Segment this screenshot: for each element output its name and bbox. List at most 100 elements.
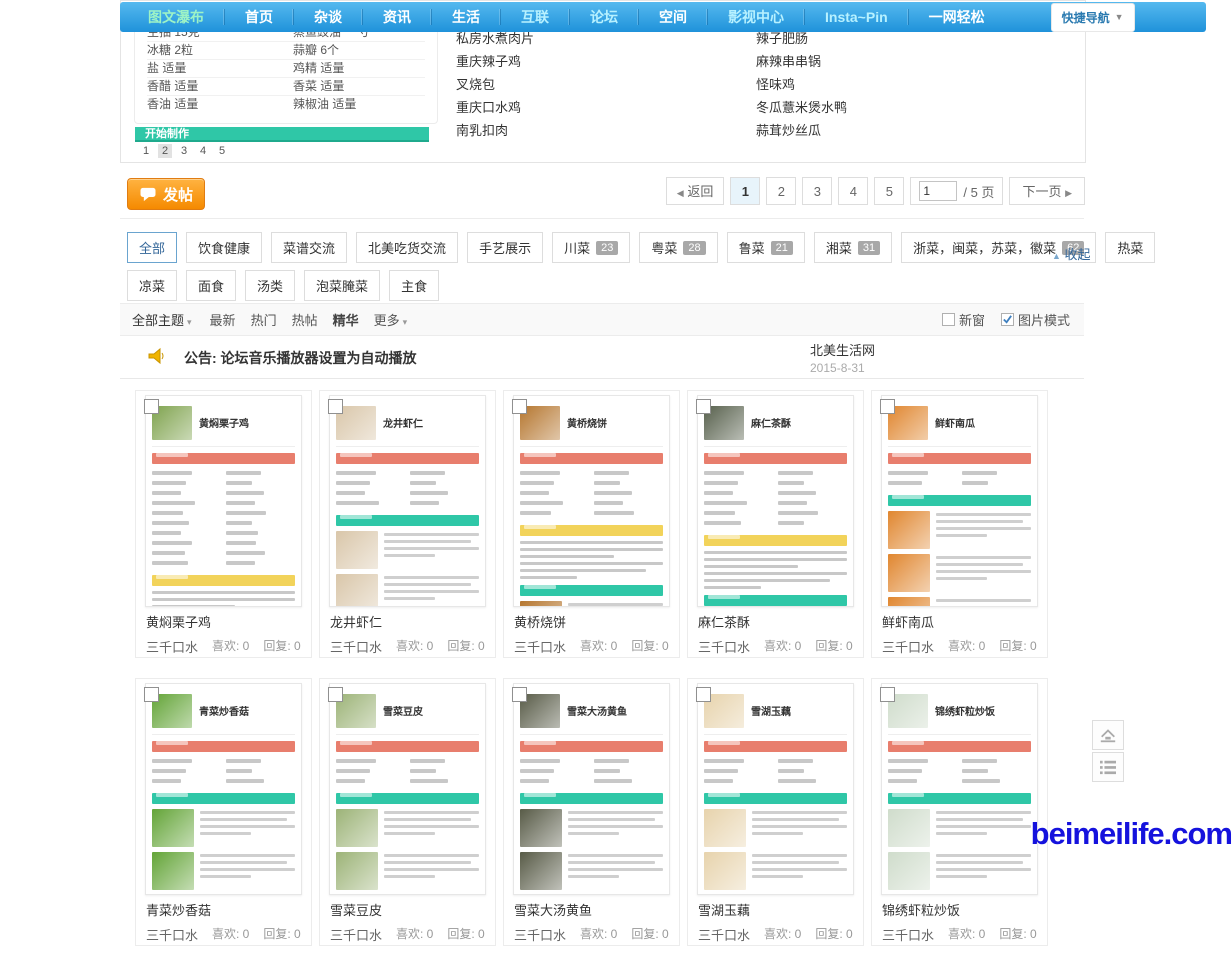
image-mode-checkbox[interactable]: 图片模式 — [1001, 310, 1070, 329]
sort-更多[interactable]: 更多▾ — [374, 310, 408, 329]
sort-热帖[interactable]: 热帖 — [292, 310, 318, 329]
nav-item-Insta~Pin[interactable]: Insta~Pin — [804, 9, 908, 25]
thread-title[interactable]: 黄桥烧饼 — [514, 612, 566, 631]
thread-author[interactable]: 三千口水 — [514, 637, 566, 656]
filter-湘菜[interactable]: 湘菜31 — [814, 232, 892, 263]
nav-item-空间[interactable]: 空间 — [638, 9, 707, 25]
thread-author[interactable]: 三千口水 — [146, 925, 198, 944]
nav-item-图文瀑布[interactable]: 图文瀑布 — [128, 9, 224, 25]
announcement-author[interactable]: 北美生活网 — [810, 340, 875, 359]
start-cooking-button[interactable]: 开始制作 — [135, 127, 429, 142]
thread-author[interactable]: 三千口水 — [882, 925, 934, 944]
nav-item-互联[interactable]: 互联 — [500, 9, 569, 25]
nav-item-影视中心[interactable]: 影视中心 — [707, 9, 804, 25]
filter-凉菜[interactable]: 凉菜 — [127, 270, 177, 301]
thread-author[interactable]: 三千口水 — [882, 637, 934, 656]
thread-title[interactable]: 雪菜大汤黄鱼 — [514, 900, 592, 919]
filter-汤类[interactable]: 汤类 — [245, 270, 295, 301]
thread-select-checkbox[interactable] — [328, 399, 343, 414]
thread-thumbnail[interactable]: 龙井虾仁 — [329, 395, 486, 607]
thread-select-checkbox[interactable] — [880, 687, 895, 702]
filter-手艺展示[interactable]: 手艺展示 — [467, 232, 543, 263]
recipe-link[interactable]: 重庆辣子鸡 — [456, 50, 534, 73]
thread-title[interactable]: 青菜炒香菇 — [146, 900, 211, 919]
thread-author[interactable]: 三千口水 — [698, 637, 750, 656]
recipe-link[interactable]: 怪味鸡 — [756, 73, 847, 96]
announcement-link[interactable]: 公告: 论坛音乐播放器设置为自动播放 — [184, 348, 417, 368]
pagination-back-button[interactable]: ◀ 返回 — [666, 177, 725, 205]
filter-饮食健康[interactable]: 饮食健康 — [186, 232, 262, 263]
filter-北美吃货交流[interactable]: 北美吃货交流 — [356, 232, 458, 263]
thread-select-checkbox[interactable] — [696, 399, 711, 414]
pagination-page-3[interactable]: 3 — [802, 177, 832, 205]
thread-select-checkbox[interactable] — [696, 687, 711, 702]
filter-鲁菜[interactable]: 鲁菜21 — [727, 232, 805, 263]
preview-page-2[interactable]: 2 — [158, 144, 172, 158]
thread-title[interactable]: 雪菜豆皮 — [330, 900, 382, 919]
list-mode-button[interactable] — [1092, 752, 1124, 782]
thread-thumbnail[interactable]: 雪菜大汤黄鱼 — [513, 683, 670, 895]
thread-title[interactable]: 鲜虾南瓜 — [882, 612, 934, 631]
collapse-link[interactable]: ▲ 收起 — [1052, 244, 1091, 263]
thread-thumbnail[interactable]: 雪菜豆皮 — [329, 683, 486, 895]
new-window-checkbox[interactable]: 新窗 — [942, 310, 985, 329]
filter-泡菜腌菜[interactable]: 泡菜腌菜 — [304, 270, 380, 301]
thread-thumbnail[interactable]: 黄桥烧饼 — [513, 395, 670, 607]
filter-主食[interactable]: 主食 — [389, 270, 439, 301]
nav-item-论坛[interactable]: 论坛 — [569, 9, 638, 25]
thread-author[interactable]: 三千口水 — [514, 925, 566, 944]
thread-thumbnail[interactable]: 锦绣虾粒炒饭 — [881, 683, 1038, 895]
sort-精华[interactable]: 精华 — [333, 310, 359, 329]
thread-select-checkbox[interactable] — [144, 687, 159, 702]
recipe-link[interactable]: 重庆口水鸡 — [456, 96, 534, 119]
pagination-page-2[interactable]: 2 — [766, 177, 796, 205]
filter-菜谱交流[interactable]: 菜谱交流 — [271, 232, 347, 263]
page-jump-input[interactable] — [919, 181, 957, 201]
thread-thumbnail[interactable]: 青菜炒香菇 — [145, 683, 302, 895]
filter-面食[interactable]: 面食 — [186, 270, 236, 301]
thread-select-checkbox[interactable] — [512, 687, 527, 702]
thread-thumbnail[interactable]: 雪湖玉藕 — [697, 683, 854, 895]
thread-thumbnail[interactable]: 黄焖栗子鸡 — [145, 395, 302, 607]
thread-select-checkbox[interactable] — [328, 687, 343, 702]
thread-title[interactable]: 麻仁茶酥 — [698, 612, 750, 631]
filter-全部[interactable]: 全部 — [127, 232, 177, 263]
preview-page-3[interactable]: 3 — [177, 144, 191, 158]
recipe-link[interactable]: 蒜茸炒丝瓜 — [756, 119, 847, 142]
sort-热门[interactable]: 热门 — [251, 310, 277, 329]
thread-title[interactable]: 黄焖栗子鸡 — [146, 612, 211, 631]
nav-item-资讯[interactable]: 资讯 — [362, 9, 431, 25]
pagination-page-4[interactable]: 4 — [838, 177, 868, 205]
thread-author[interactable]: 三千口水 — [330, 925, 382, 944]
scope-dropdown[interactable]: 全部主题▾ — [132, 310, 192, 329]
nav-item-杂谈[interactable]: 杂谈 — [293, 9, 362, 25]
thread-select-checkbox[interactable] — [144, 399, 159, 414]
thread-author[interactable]: 三千口水 — [146, 637, 198, 656]
nav-item-生活[interactable]: 生活 — [431, 9, 500, 25]
thread-author[interactable]: 三千口水 — [330, 637, 382, 656]
filter-川菜[interactable]: 川菜23 — [552, 232, 630, 263]
pagination-page-5[interactable]: 5 — [874, 177, 904, 205]
new-post-button[interactable]: 发帖 — [127, 178, 205, 210]
sort-最新[interactable]: 最新 — [210, 310, 236, 329]
filter-热菜[interactable]: 热菜 — [1105, 232, 1155, 263]
recipe-link[interactable]: 叉烧包 — [456, 73, 534, 96]
preview-page-1[interactable]: 1 — [139, 144, 153, 158]
preview-page-5[interactable]: 5 — [215, 144, 229, 158]
recipe-link[interactable]: 南乳扣肉 — [456, 119, 534, 142]
thread-author[interactable]: 三千口水 — [698, 925, 750, 944]
recipe-link[interactable]: 冬瓜薏米煲水鸭 — [756, 96, 847, 119]
thread-title[interactable]: 雪湖玉藕 — [698, 900, 750, 919]
quick-nav-button[interactable]: 快捷导航 ▼ — [1051, 3, 1135, 32]
thread-title[interactable]: 龙井虾仁 — [330, 612, 382, 631]
filter-粤菜[interactable]: 粤菜28 — [639, 232, 717, 263]
thread-select-checkbox[interactable] — [512, 399, 527, 414]
pagination-page-1[interactable]: 1 — [730, 177, 760, 205]
thread-thumbnail[interactable]: 鲜虾南瓜 — [881, 395, 1038, 607]
thread-thumbnail[interactable]: 麻仁茶酥 — [697, 395, 854, 607]
pagination-next-button[interactable]: 下一页 ▶ — [1009, 177, 1085, 205]
preview-page-4[interactable]: 4 — [196, 144, 210, 158]
nav-item-一网轻松[interactable]: 一网轻松 — [908, 9, 1005, 25]
back-to-top-button[interactable] — [1092, 720, 1124, 750]
recipe-link[interactable]: 麻辣串串锅 — [756, 50, 847, 73]
